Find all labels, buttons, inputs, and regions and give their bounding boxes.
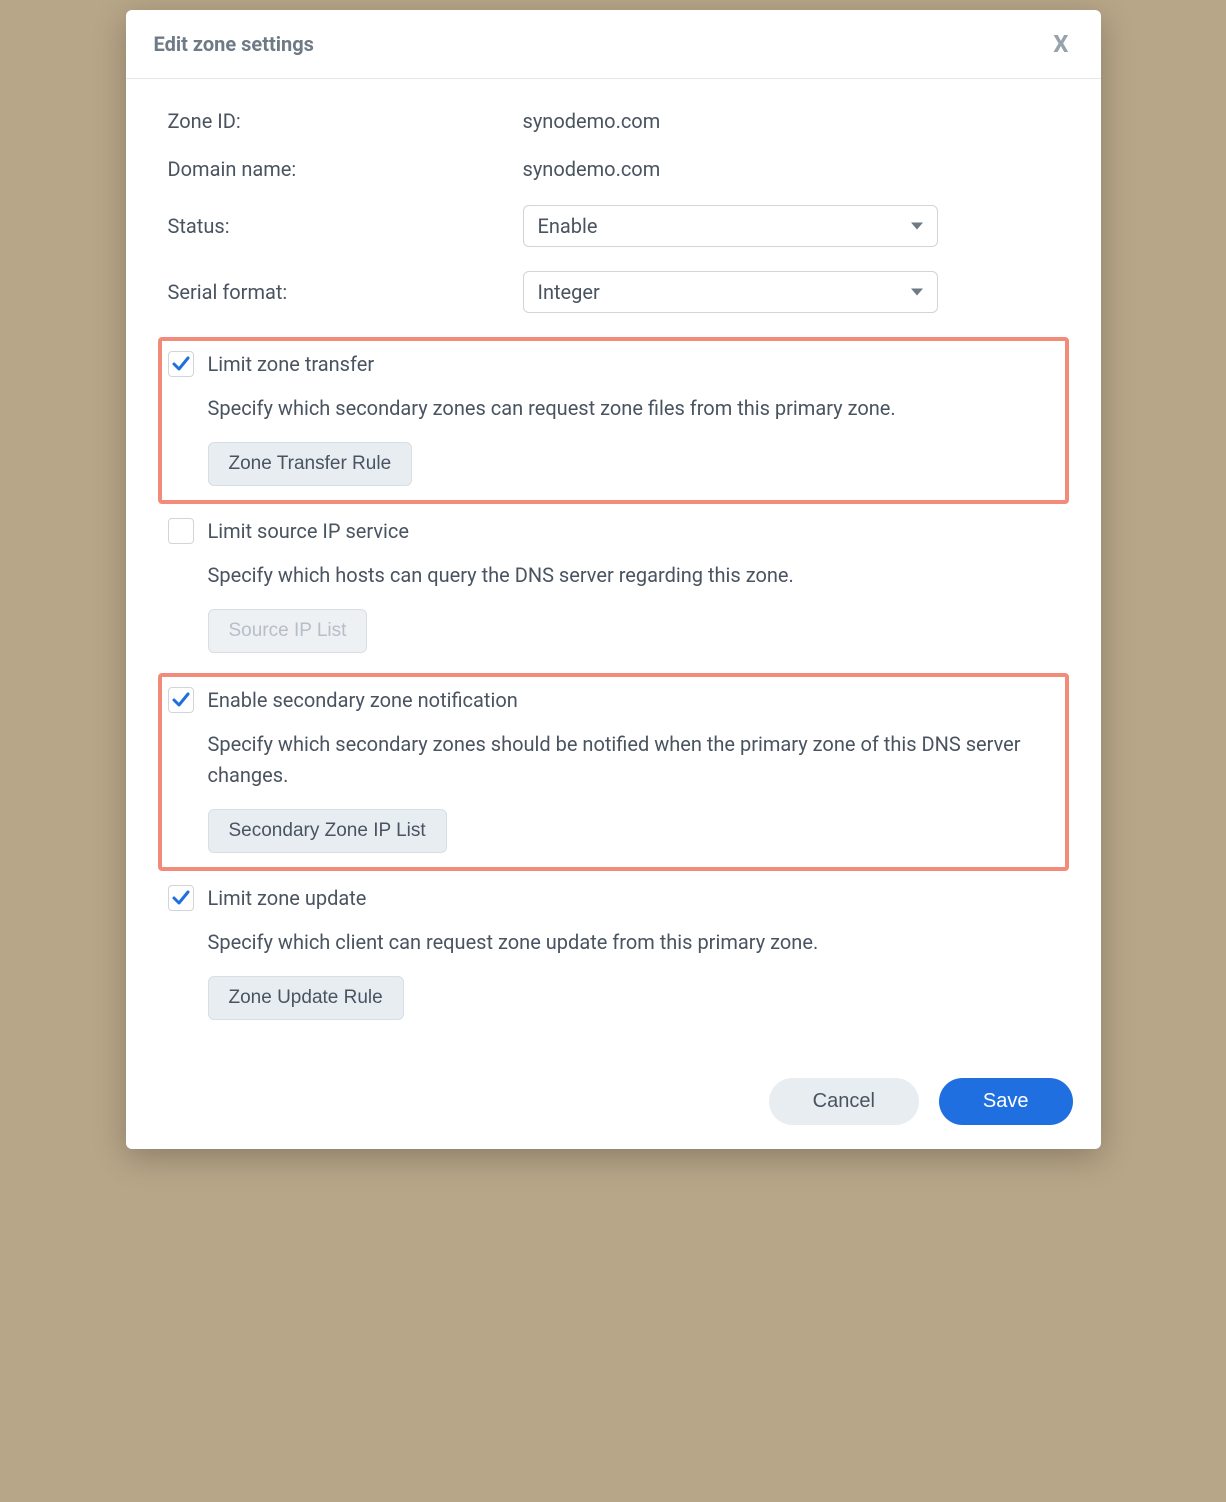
- dialog-body: Zone ID: synodemo.com Domain name: synod…: [126, 79, 1101, 1060]
- dialog-title: Edit zone settings: [154, 32, 314, 56]
- limit-zone-update-desc: Specify which client can request zone up…: [208, 927, 1059, 958]
- dialog-header: Edit zone settings X: [126, 10, 1101, 79]
- chevron-down-icon: [911, 289, 923, 296]
- serial-format-select-value: Integer: [538, 280, 600, 304]
- limit-zone-update-label: Limit zone update: [208, 886, 367, 910]
- chevron-down-icon: [911, 223, 923, 230]
- limit-source-ip-check-row: Limit source IP service: [168, 518, 1059, 544]
- limit-source-ip-label: Limit source IP service: [208, 519, 409, 543]
- status-row: Status: Enable: [168, 205, 1059, 247]
- status-label: Status:: [168, 214, 523, 238]
- limit-zone-transfer-section: Limit zone transfer Specify which second…: [158, 337, 1069, 504]
- check-icon: [171, 690, 191, 710]
- check-icon: [171, 888, 191, 908]
- domain-name-label: Domain name:: [168, 157, 523, 181]
- secondary-notification-desc: Specify which secondary zones should be …: [208, 729, 1059, 791]
- edit-zone-settings-dialog: Edit zone settings X Zone ID: synodemo.c…: [126, 10, 1101, 1149]
- limit-zone-update-checkbox[interactable]: [168, 885, 194, 911]
- secondary-zone-ip-list-button[interactable]: Secondary Zone IP List: [208, 809, 447, 853]
- serial-format-label: Serial format:: [168, 280, 523, 304]
- secondary-notification-label: Enable secondary zone notification: [208, 688, 518, 712]
- limit-zone-transfer-checkbox[interactable]: [168, 351, 194, 377]
- dialog-footer: Cancel Save: [126, 1060, 1101, 1149]
- zone-transfer-rule-button[interactable]: Zone Transfer Rule: [208, 442, 413, 486]
- cancel-button[interactable]: Cancel: [769, 1078, 919, 1125]
- zone-id-value: synodemo.com: [523, 109, 661, 133]
- limit-zone-update-section: Limit zone update Specify which client c…: [168, 879, 1059, 1034]
- zone-id-row: Zone ID: synodemo.com: [168, 109, 1059, 133]
- close-icon[interactable]: X: [1049, 28, 1072, 60]
- serial-format-row: Serial format: Integer: [168, 271, 1059, 313]
- domain-name-value: synodemo.com: [523, 157, 661, 181]
- status-select-value: Enable: [538, 214, 598, 238]
- domain-name-row: Domain name: synodemo.com: [168, 157, 1059, 181]
- limit-zone-transfer-label: Limit zone transfer: [208, 352, 375, 376]
- zone-id-label: Zone ID:: [168, 109, 523, 133]
- secondary-notification-checkbox[interactable]: [168, 687, 194, 713]
- check-icon: [171, 354, 191, 374]
- limit-source-ip-checkbox[interactable]: [168, 518, 194, 544]
- secondary-notification-check-row: Enable secondary zone notification: [168, 687, 1059, 713]
- save-button[interactable]: Save: [939, 1078, 1073, 1125]
- limit-zone-update-check-row: Limit zone update: [168, 885, 1059, 911]
- limit-source-ip-section: Limit source IP service Specify which ho…: [168, 512, 1059, 667]
- limit-zone-transfer-desc: Specify which secondary zones can reques…: [208, 393, 1059, 424]
- secondary-notification-section: Enable secondary zone notification Speci…: [158, 673, 1069, 871]
- limit-zone-transfer-check-row: Limit zone transfer: [168, 351, 1059, 377]
- serial-format-select[interactable]: Integer: [523, 271, 938, 313]
- status-select[interactable]: Enable: [523, 205, 938, 247]
- zone-update-rule-button[interactable]: Zone Update Rule: [208, 976, 404, 1020]
- source-ip-list-button: Source IP List: [208, 609, 368, 653]
- limit-source-ip-desc: Specify which hosts can query the DNS se…: [208, 560, 1059, 591]
